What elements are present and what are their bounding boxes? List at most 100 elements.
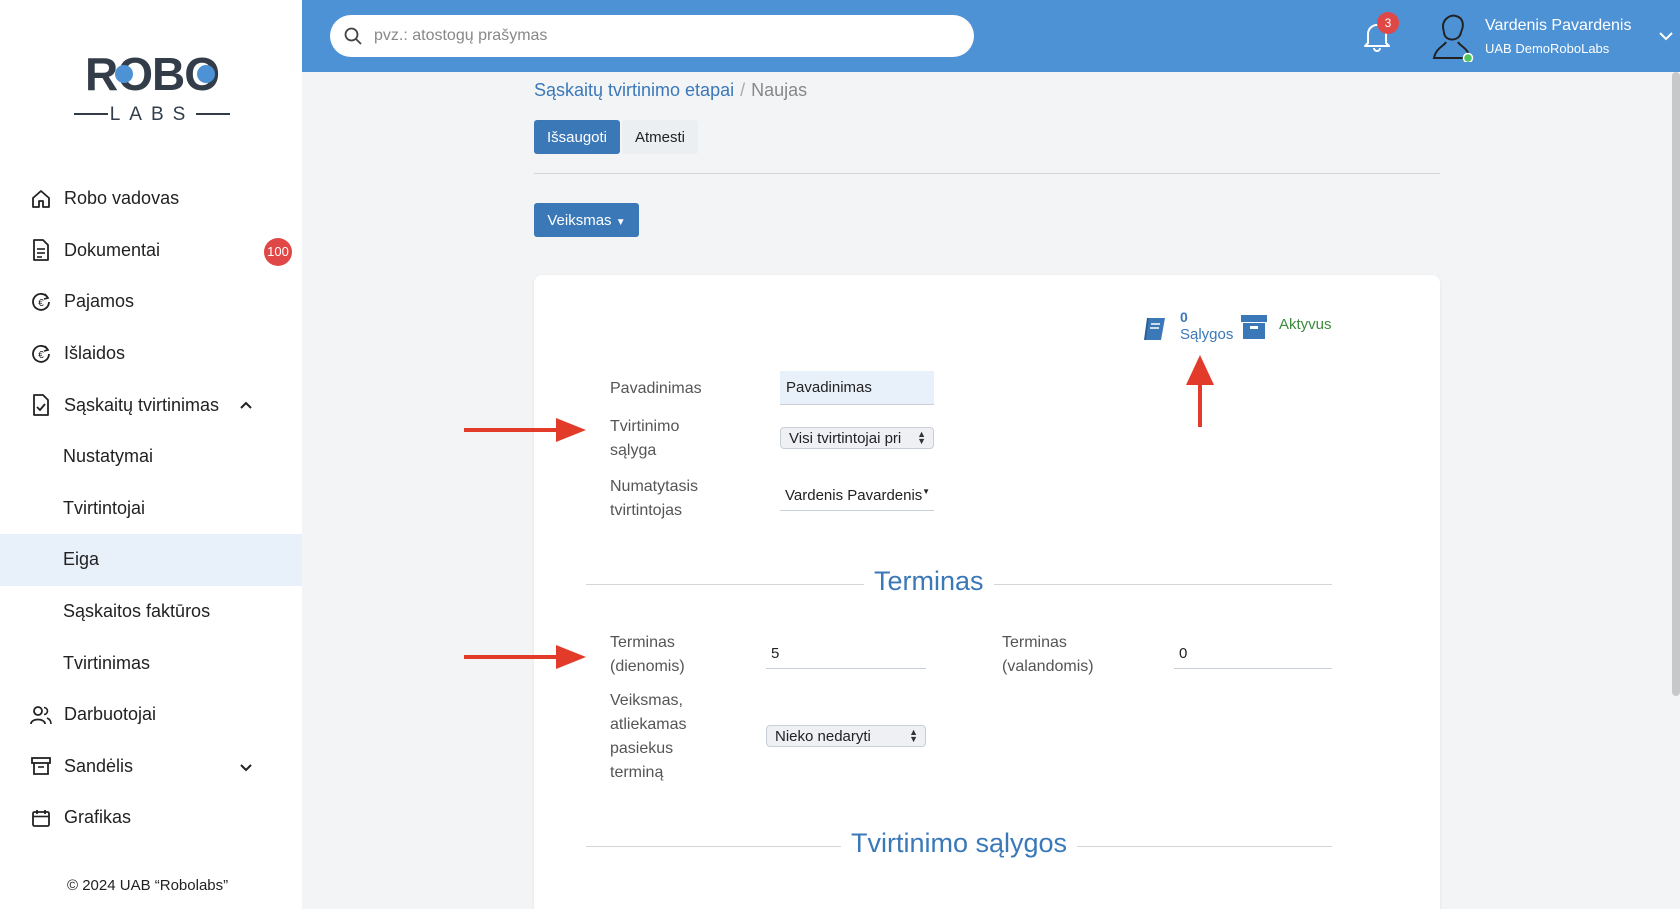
sidebar-item-eiga[interactable]: Eiga xyxy=(0,534,302,586)
deadline-days-value: 5 xyxy=(771,645,780,662)
sidebar: ROBO LABS Robo vadovas Dokumentai 100 € … xyxy=(0,0,302,909)
name-label: Pavadinimas xyxy=(610,380,702,397)
sidebar-item-label: Sąskaitų tvirtinimas xyxy=(64,394,220,415)
sidebar-item-islaidos[interactable]: € Išlaidos xyxy=(0,328,302,380)
deadline-days-label-line: (dienomis) xyxy=(610,658,685,675)
deadline-action-label: Veiksmas, atliekamas pasiekus terminą xyxy=(610,689,686,785)
default-approver-label: Numatytasis tvirtintojas xyxy=(610,475,698,523)
archive-icon[interactable] xyxy=(1240,314,1268,340)
deadline-days-label: Terminas (dienomis) xyxy=(610,631,685,679)
avatar[interactable] xyxy=(1430,12,1474,62)
deadline-hours-value: 0 xyxy=(1179,645,1188,662)
sidebar-item-label: Dokumentai xyxy=(64,239,161,260)
conditions-section-title: Tvirtinimo sąlygos xyxy=(841,828,1078,859)
sidebar-item-label: Pajamos xyxy=(64,291,135,312)
warehouse-icon xyxy=(30,755,52,777)
name-input[interactable] xyxy=(780,371,934,405)
document-icon xyxy=(30,239,52,262)
search-input[interactable] xyxy=(374,27,934,45)
deadline-action-label-line: Veiksmas, xyxy=(610,692,683,709)
deadline-days-input[interactable]: 5 xyxy=(766,639,926,669)
sidebar-item-nustatymai[interactable]: Nustatymai xyxy=(0,431,302,483)
default-approver-select[interactable]: Vardenis Pavardenis ▼ xyxy=(780,481,934,511)
condition-label: Tvirtinimo sąlyga xyxy=(610,415,679,463)
action-dropdown-button[interactable]: Veiksmas ▼ xyxy=(534,203,639,237)
user-company: UAB DemoRoboLabs xyxy=(1485,41,1610,56)
sidebar-item-label: Tvirtinimas xyxy=(63,652,151,673)
chevron-up-icon[interactable] xyxy=(236,395,256,415)
sidebar-item-saskaitu-tvirtinimas[interactable]: Sąskaitų tvirtinimas xyxy=(0,379,302,431)
sidebar-item-label: Sandėlis xyxy=(64,755,134,776)
documents-badge: 100 xyxy=(264,237,292,266)
calendar-icon xyxy=(30,807,52,829)
sidebar-item-sandelis[interactable]: Sandėlis xyxy=(0,741,302,793)
sidebar-item-robo-vadovas[interactable]: Robo vadovas xyxy=(0,173,302,225)
sidebar-item-pajamos[interactable]: € Pajamos xyxy=(0,276,302,328)
sidebar-item-label: Nustatymai xyxy=(63,446,154,467)
robolabs-logo[interactable]: ROBO LABS xyxy=(72,48,232,126)
sidebar-item-dokumentai[interactable]: Dokumentai 100 xyxy=(0,225,302,277)
annotation-arrow-up-icon xyxy=(1186,355,1214,427)
sidebar-nav: Robo vadovas Dokumentai 100 € Pajamos € … xyxy=(0,173,302,844)
sidebar-item-label: Tvirtintojai xyxy=(63,497,146,518)
search-bar[interactable] xyxy=(330,15,974,57)
breadcrumb: Sąskaitų tvirtinimo etapai / Naujas xyxy=(534,80,807,101)
annotation-arrow-right-icon xyxy=(464,418,586,442)
sidebar-item-label: Sąskaitos faktūros xyxy=(63,601,211,622)
deadline-action-select[interactable]: Nieko nedaryti ▲ ▼ xyxy=(766,725,926,747)
sidebar-item-tvirtintojai[interactable]: Tvirtintojai xyxy=(0,483,302,535)
notification-badge: 3 xyxy=(1377,12,1399,34)
home-icon xyxy=(30,188,52,210)
sidebar-item-label: Išlaidos xyxy=(64,343,126,364)
action-button-label: Veiksmas xyxy=(547,211,612,229)
scrollbar[interactable] xyxy=(1672,72,1680,696)
condition-select-value: Visi tvirtintojai pri xyxy=(789,429,902,447)
topbar: 3 Vardenis Pavardenis UAB DemoRoboLabs xyxy=(302,0,1680,72)
search-icon xyxy=(344,27,362,45)
default-approver-label-line: Numatytasis xyxy=(610,478,699,495)
chevron-down-icon[interactable] xyxy=(1657,27,1675,45)
caret-down-icon: ▼ xyxy=(922,487,930,496)
income-icon: € xyxy=(30,291,52,313)
sidebar-item-label: Darbuotojai xyxy=(64,704,157,725)
book-icon[interactable] xyxy=(1141,315,1169,343)
sidebar-item-grafikas[interactable]: Grafikas xyxy=(0,792,302,844)
user-name[interactable]: Vardenis Pavardenis xyxy=(1485,17,1631,35)
deadline-hours-label-line: (valandomis) xyxy=(1002,658,1094,675)
discard-button[interactable]: Atmesti xyxy=(622,120,698,154)
invoice-check-icon xyxy=(30,394,52,417)
breadcrumb-separator: / xyxy=(740,80,746,100)
svg-text:LABS: LABS xyxy=(110,104,195,125)
deadline-hours-input[interactable]: 0 xyxy=(1174,639,1332,669)
deadline-action-label-line: terminą xyxy=(610,764,664,781)
deadline-section-title: Terminas xyxy=(864,566,994,597)
deadline-hours-label-line: Terminas xyxy=(1002,634,1067,651)
conditions-count[interactable]: 0 xyxy=(1180,309,1188,325)
svg-text:€: € xyxy=(38,350,44,361)
sidebar-item-label: Grafikas xyxy=(64,807,132,828)
condition-label-line: Tvirtinimo xyxy=(610,418,680,435)
sidebar-item-darbuotojai[interactable]: Darbuotojai xyxy=(0,689,302,741)
svg-text:€: € xyxy=(38,298,44,309)
sidebar-item-label: Eiga xyxy=(63,549,100,570)
save-button[interactable]: Išsaugoti xyxy=(534,120,620,154)
caret-down-icon: ▼ xyxy=(615,216,626,228)
deadline-days-label-line: Terminas xyxy=(610,634,675,651)
default-approver-value: Vardenis Pavardenis xyxy=(785,487,923,504)
active-toggle[interactable]: Aktyvus xyxy=(1279,316,1332,333)
sidebar-item-label: Robo vadovas xyxy=(64,188,180,209)
annotation-arrow-right-icon xyxy=(464,645,586,669)
condition-select[interactable]: Visi tvirtintojai pri ▲ ▼ xyxy=(780,427,934,449)
condition-label-line: sąlyga xyxy=(610,442,657,459)
sidebar-item-saskaitos-fakturos[interactable]: Sąskaitos faktūros xyxy=(0,586,302,638)
breadcrumb-current: Naujas xyxy=(751,80,808,100)
divider xyxy=(534,173,1440,174)
copyright: © 2024 UAB “Robolabs” xyxy=(67,877,229,894)
chevron-down-icon[interactable] xyxy=(236,757,256,777)
conditions-smart-button[interactable]: Sąlygos xyxy=(1180,326,1233,343)
select-arrows-icon: ▲ ▼ xyxy=(917,429,926,446)
select-arrows-icon: ▲ ▼ xyxy=(909,727,918,744)
breadcrumb-parent-link[interactable]: Sąskaitų tvirtinimo etapai xyxy=(534,80,734,100)
default-approver-label-line: tvirtintojas xyxy=(610,502,683,519)
sidebar-item-tvirtinimas[interactable]: Tvirtinimas xyxy=(0,637,302,689)
